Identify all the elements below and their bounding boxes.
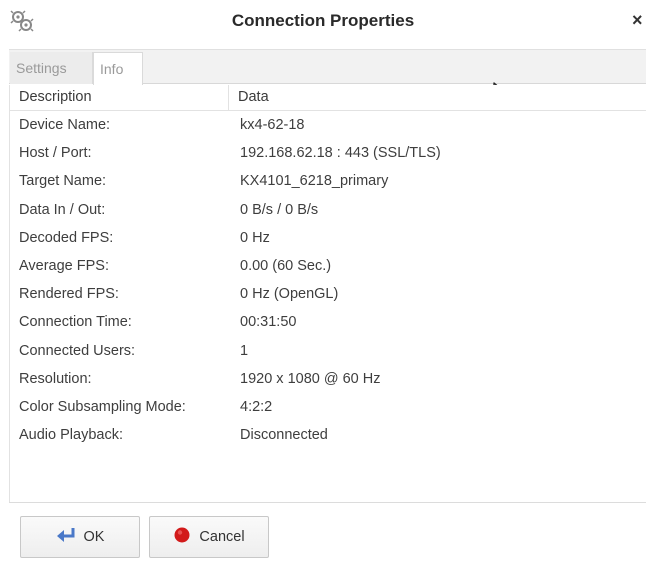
row-description: Host / Port: xyxy=(19,145,92,162)
table-row[interactable]: Rendered FPS: 0 Hz (OpenGL) xyxy=(10,282,646,310)
row-description: Average FPS: xyxy=(19,257,110,274)
row-description: Target Name: xyxy=(19,173,107,190)
row-description: Color Subsampling Mode: xyxy=(19,398,186,415)
title-bar: Connection Properties × xyxy=(0,0,646,44)
table-header: Description Data xyxy=(10,85,646,111)
row-data: kx4-62-18 xyxy=(240,117,305,133)
table-row[interactable]: Host / Port: 192.168.62.18 : 443 (SSL/TL… xyxy=(10,141,646,169)
red-dot-icon xyxy=(173,526,191,548)
row-description: Device Name: xyxy=(19,117,111,133)
cancel-button[interactable]: Cancel xyxy=(149,516,269,558)
row-description: Decoded FPS: xyxy=(19,229,114,246)
row-data: 00:31:50 xyxy=(240,314,297,331)
row-data: 1 xyxy=(240,342,249,359)
tab-settings[interactable]: Settings xyxy=(10,52,93,84)
row-description: Connected Users: xyxy=(19,342,136,359)
row-data: 1920 x 1080 @ 60 Hz xyxy=(240,370,381,387)
table-row[interactable]: Device Name: kx4-62-18 xyxy=(10,113,646,141)
row-data: 192.168.62.18 : 443 (SSL/TLS) xyxy=(240,145,441,162)
ok-label: OK xyxy=(83,529,105,545)
row-data: 0 Hz (OpenGL) xyxy=(240,286,339,303)
table-row[interactable]: Average FPS: 0.00 (60 Sec.) xyxy=(10,254,646,282)
connection-properties-dialog: Connection Properties × Settings Info De… xyxy=(0,0,646,566)
table-row[interactable]: Target Name: KX4101_6218_primary xyxy=(10,169,646,197)
column-divider[interactable] xyxy=(228,85,229,111)
row-data: KX4101_6218_primary xyxy=(240,173,389,190)
table-row[interactable]: Data In / Out: 0 B/s / 0 B/s xyxy=(10,198,646,226)
row-description: Data In / Out: xyxy=(19,201,106,218)
close-icon[interactable]: × xyxy=(632,10,646,30)
table-row[interactable]: Connected Users: 1 xyxy=(10,339,646,367)
row-data: Disconnected xyxy=(240,427,328,444)
row-description: Audio Playback: xyxy=(19,427,123,444)
row-data: 0 B/s / 0 B/s xyxy=(240,201,319,218)
table-row[interactable]: Resolution: 1920 x 1080 @ 60 Hz xyxy=(10,367,646,395)
row-description: Resolution: xyxy=(19,370,92,387)
enter-arrow-icon xyxy=(56,527,76,547)
row-data: 4:2:2 xyxy=(240,398,273,415)
table-row[interactable]: Color Subsampling Mode: 4:2:2 xyxy=(10,395,646,423)
row-data: 0 Hz xyxy=(240,229,270,246)
row-data: 0.00 (60 Sec.) xyxy=(240,257,332,274)
row-description: Connection Time: xyxy=(19,314,132,331)
row-description: Rendered FPS: xyxy=(19,286,119,303)
dialog-footer: OK Cancel xyxy=(0,503,646,566)
info-table: Description Data Device Name: kx4-62-18 … xyxy=(9,85,646,503)
ok-button[interactable]: OK xyxy=(20,516,140,558)
table-row[interactable]: Connection Time: 00:31:50 xyxy=(10,310,646,338)
table-body: Device Name: kx4-62-18 Host / Port: 192.… xyxy=(10,113,646,451)
table-row[interactable]: Decoded FPS: 0 Hz xyxy=(10,226,646,254)
column-header-data[interactable]: Data xyxy=(238,89,269,105)
window-title: Connection Properties xyxy=(231,11,415,30)
cancel-label: Cancel xyxy=(199,529,245,545)
column-header-description[interactable]: Description xyxy=(19,89,92,105)
tab-info[interactable]: Info xyxy=(93,52,143,85)
tab-strip: Settings Info xyxy=(9,49,646,85)
table-row[interactable]: Audio Playback: Disconnected xyxy=(10,423,646,451)
